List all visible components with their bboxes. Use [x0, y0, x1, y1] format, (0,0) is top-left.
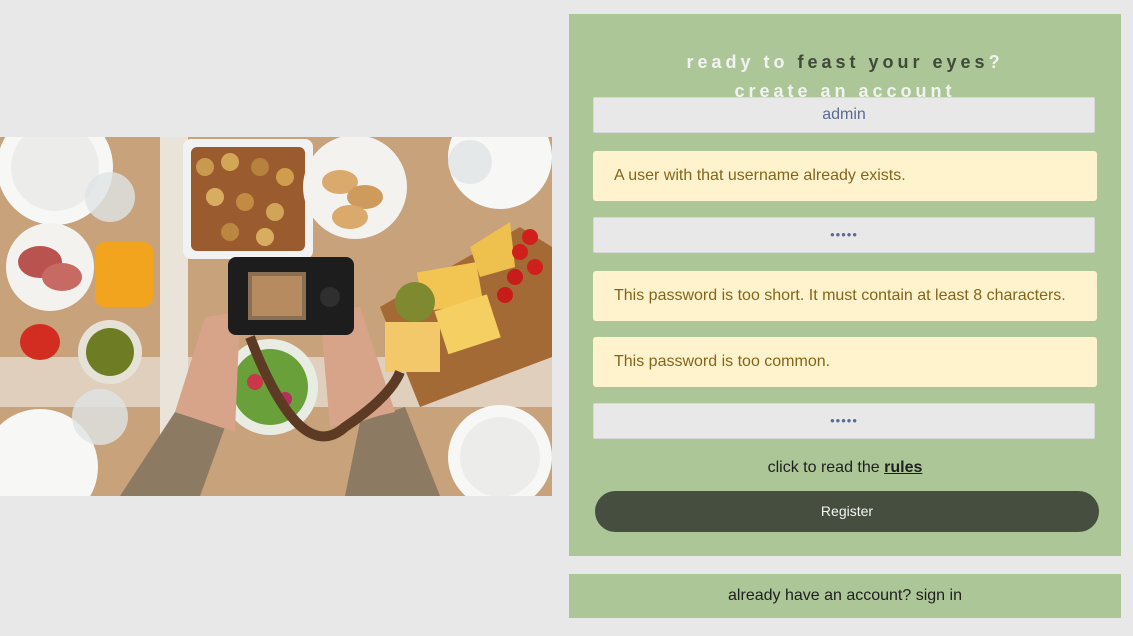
username-error: A user with that username already exists… — [593, 151, 1097, 201]
password-error-too-common: This password is too common. — [593, 337, 1097, 387]
hero-image — [0, 137, 552, 496]
signin-link[interactable]: already have an account? sign in — [569, 574, 1121, 618]
register-card: ready to feast your eyes? create an acco… — [569, 14, 1121, 556]
username-input[interactable]: admin — [593, 97, 1095, 133]
rules-link[interactable]: rules — [884, 459, 922, 476]
title-part-question: ? — [988, 52, 1004, 72]
password-error-too-short: This password is too short. It must cont… — [593, 271, 1097, 321]
rules-prefix: click to read the — [767, 459, 880, 476]
rules-line: click to read the rules — [569, 459, 1121, 477]
title-part-feast: feast your eyes — [797, 52, 989, 72]
title-part-ready-to: ready to — [686, 52, 789, 72]
password-input[interactable]: ••••• — [593, 217, 1095, 253]
page-title: ready to feast your eyes? — [569, 52, 1121, 73]
food-photography-image — [0, 137, 552, 496]
confirm-password-input[interactable]: ••••• — [593, 403, 1095, 439]
register-button[interactable]: Register — [595, 491, 1099, 532]
